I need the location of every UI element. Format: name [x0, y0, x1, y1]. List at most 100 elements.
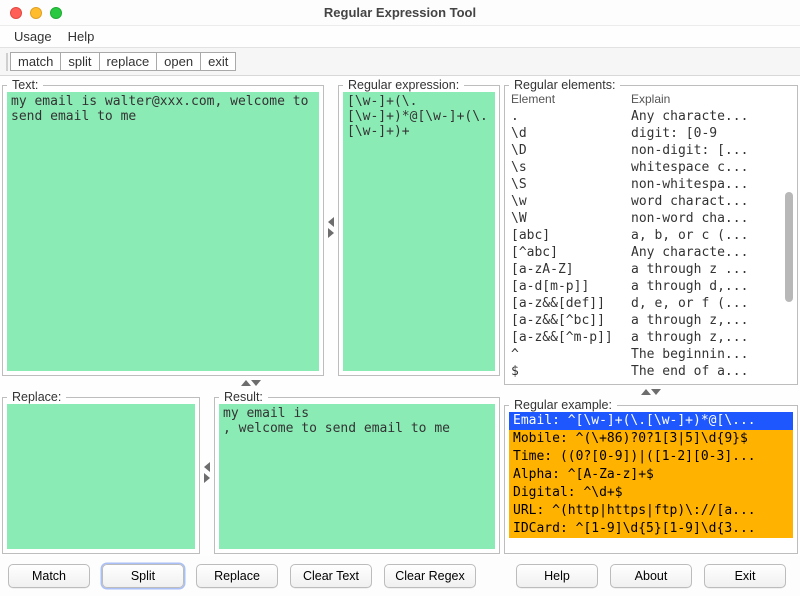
clear-regex-button[interactable]: Clear Regex: [384, 564, 476, 588]
element-cell: [a-z&&[^bc]]: [511, 312, 631, 329]
vertical-splitter-left[interactable]: [326, 78, 336, 376]
match-button[interactable]: Match: [8, 564, 90, 588]
element-cell: ^: [511, 346, 631, 363]
toolbar-handle-icon: [6, 53, 8, 71]
list-item[interactable]: IDCard: ^[1-9]\d{5}[1-9]\d{3...: [509, 520, 793, 538]
chevron-right-icon: [328, 228, 334, 238]
text-panel: Text:: [2, 78, 324, 376]
toolbar-split[interactable]: split: [61, 52, 99, 71]
list-item[interactable]: Alpha: ^[A-Za-z]+$: [509, 466, 793, 484]
toolbar-replace[interactable]: replace: [100, 52, 158, 71]
vertical-splitter-bottom[interactable]: [202, 390, 212, 554]
minimize-icon[interactable]: [30, 7, 42, 19]
table-row[interactable]: \wword charact...: [511, 193, 791, 210]
regex-input[interactable]: [343, 92, 495, 371]
explain-cell: a, b, or c (...: [631, 227, 791, 244]
button-bar: Match Split Replace Clear Text Clear Reg…: [0, 556, 800, 596]
regular-elements-table[interactable]: Element Explain .Any characte...\ddigit:…: [509, 92, 793, 380]
exit-button[interactable]: Exit: [704, 564, 786, 588]
result-panel-label: Result:: [219, 390, 268, 404]
element-cell: \S: [511, 176, 631, 193]
table-row[interactable]: \Snon-whitespa...: [511, 176, 791, 193]
chevron-left-icon: [204, 462, 210, 472]
explain-cell: a through z,...: [631, 312, 791, 329]
element-cell: $: [511, 363, 631, 380]
element-cell: \W: [511, 210, 631, 227]
regex-panel: Regular expression:: [338, 78, 500, 376]
element-cell: \s: [511, 159, 631, 176]
regular-example-list[interactable]: Email: ^[\w-]+(\.[\w-]+)*@[\...Mobile: ^…: [509, 412, 793, 549]
replace-input[interactable]: [7, 404, 195, 549]
chevron-left-icon: [328, 217, 334, 227]
replace-panel: Replace:: [2, 390, 200, 554]
table-row[interactable]: $The end of a...: [511, 363, 791, 380]
clear-text-button[interactable]: Clear Text: [290, 564, 372, 588]
close-icon[interactable]: [10, 7, 22, 19]
explain-cell: whitespace c...: [631, 159, 791, 176]
chevron-up-icon: [641, 389, 651, 395]
element-cell: [a-zA-Z]: [511, 261, 631, 278]
regular-elements-panel: Regular elements: Element Explain .Any c…: [504, 78, 798, 385]
result-output: my email is , welcome to send email to m…: [219, 404, 495, 549]
element-cell: [a-z&&[^m-p]]: [511, 329, 631, 346]
menu-bar: Usage Help: [0, 26, 800, 48]
explain-cell: a through z ...: [631, 261, 791, 278]
replace-panel-label: Replace:: [7, 390, 66, 404]
explain-cell: Any characte...: [631, 108, 791, 125]
scrollbar[interactable]: [785, 192, 793, 302]
regular-elements-label: Regular elements:: [509, 78, 620, 92]
chevron-down-icon: [251, 380, 261, 386]
table-row[interactable]: .Any characte...: [511, 108, 791, 125]
chevron-up-icon: [241, 380, 251, 386]
menu-usage[interactable]: Usage: [6, 29, 60, 44]
table-row[interactable]: ^The beginnin...: [511, 346, 791, 363]
about-button[interactable]: About: [610, 564, 692, 588]
table-row[interactable]: [a-z&&[^m-p]]a through z,...: [511, 329, 791, 346]
title-bar: Regular Expression Tool: [0, 0, 800, 26]
table-row[interactable]: [a-z&&[^bc]]a through z,...: [511, 312, 791, 329]
text-input[interactable]: [7, 92, 319, 371]
left-top-row: Text: Regular expression:: [2, 78, 500, 376]
col-element: Element: [511, 92, 631, 106]
table-row[interactable]: [abc]a, b, or c (...: [511, 227, 791, 244]
toolbar: match split replace open exit: [0, 48, 800, 76]
app-window: Regular Expression Tool Usage Help match…: [0, 0, 800, 596]
window-title: Regular Expression Tool: [0, 5, 800, 20]
horizontal-splitter-left[interactable]: [2, 378, 500, 388]
split-button[interactable]: Split: [102, 564, 184, 588]
left-bottom-row: Replace: Result: my email is , welcome t…: [2, 390, 500, 554]
element-cell: [^abc]: [511, 244, 631, 261]
explain-cell: non-whitespa...: [631, 176, 791, 193]
col-explain: Explain: [631, 92, 791, 106]
explain-cell: word charact...: [631, 193, 791, 210]
list-item[interactable]: Email: ^[\w-]+(\.[\w-]+)*@[\...: [509, 412, 793, 430]
regular-example-panel: Regular example: Email: ^[\w-]+(\.[\w-]+…: [504, 398, 798, 554]
list-item[interactable]: Digital: ^\d+$: [509, 484, 793, 502]
result-panel: Result: my email is , welcome to send em…: [214, 390, 500, 554]
menu-help[interactable]: Help: [60, 29, 103, 44]
help-button[interactable]: Help: [516, 564, 598, 588]
table-row[interactable]: [a-d[m-p]]a through d,...: [511, 278, 791, 295]
table-row[interactable]: \swhitespace c...: [511, 159, 791, 176]
element-cell: .: [511, 108, 631, 125]
table-row[interactable]: \Dnon-digit: [...: [511, 142, 791, 159]
element-cell: [a-z&&[def]]: [511, 295, 631, 312]
table-row[interactable]: \ddigit: [0-9: [511, 125, 791, 142]
table-row[interactable]: \Wnon-word cha...: [511, 210, 791, 227]
chevron-down-icon: [651, 389, 661, 395]
toolbar-exit[interactable]: exit: [201, 52, 236, 71]
maximize-icon[interactable]: [50, 7, 62, 19]
toolbar-match[interactable]: match: [10, 52, 61, 71]
list-item[interactable]: Mobile: ^(\+86)?0?1[3|5]\d{9}$: [509, 430, 793, 448]
table-row[interactable]: [^abc]Any characte...: [511, 244, 791, 261]
list-item[interactable]: URL: ^(http|https|ftp)\://[a...: [509, 502, 793, 520]
table-row[interactable]: [a-z&&[def]]d, e, or f (...: [511, 295, 791, 312]
table-row[interactable]: [a-zA-Z]a through z ...: [511, 261, 791, 278]
horizontal-splitter-right[interactable]: [504, 387, 798, 396]
explain-cell: non-word cha...: [631, 210, 791, 227]
element-cell: [a-d[m-p]]: [511, 278, 631, 295]
replace-button[interactable]: Replace: [196, 564, 278, 588]
toolbar-open[interactable]: open: [157, 52, 201, 71]
explain-cell: a through z,...: [631, 329, 791, 346]
list-item[interactable]: Time: ((0?[0-9])|([1-2][0-3]...: [509, 448, 793, 466]
